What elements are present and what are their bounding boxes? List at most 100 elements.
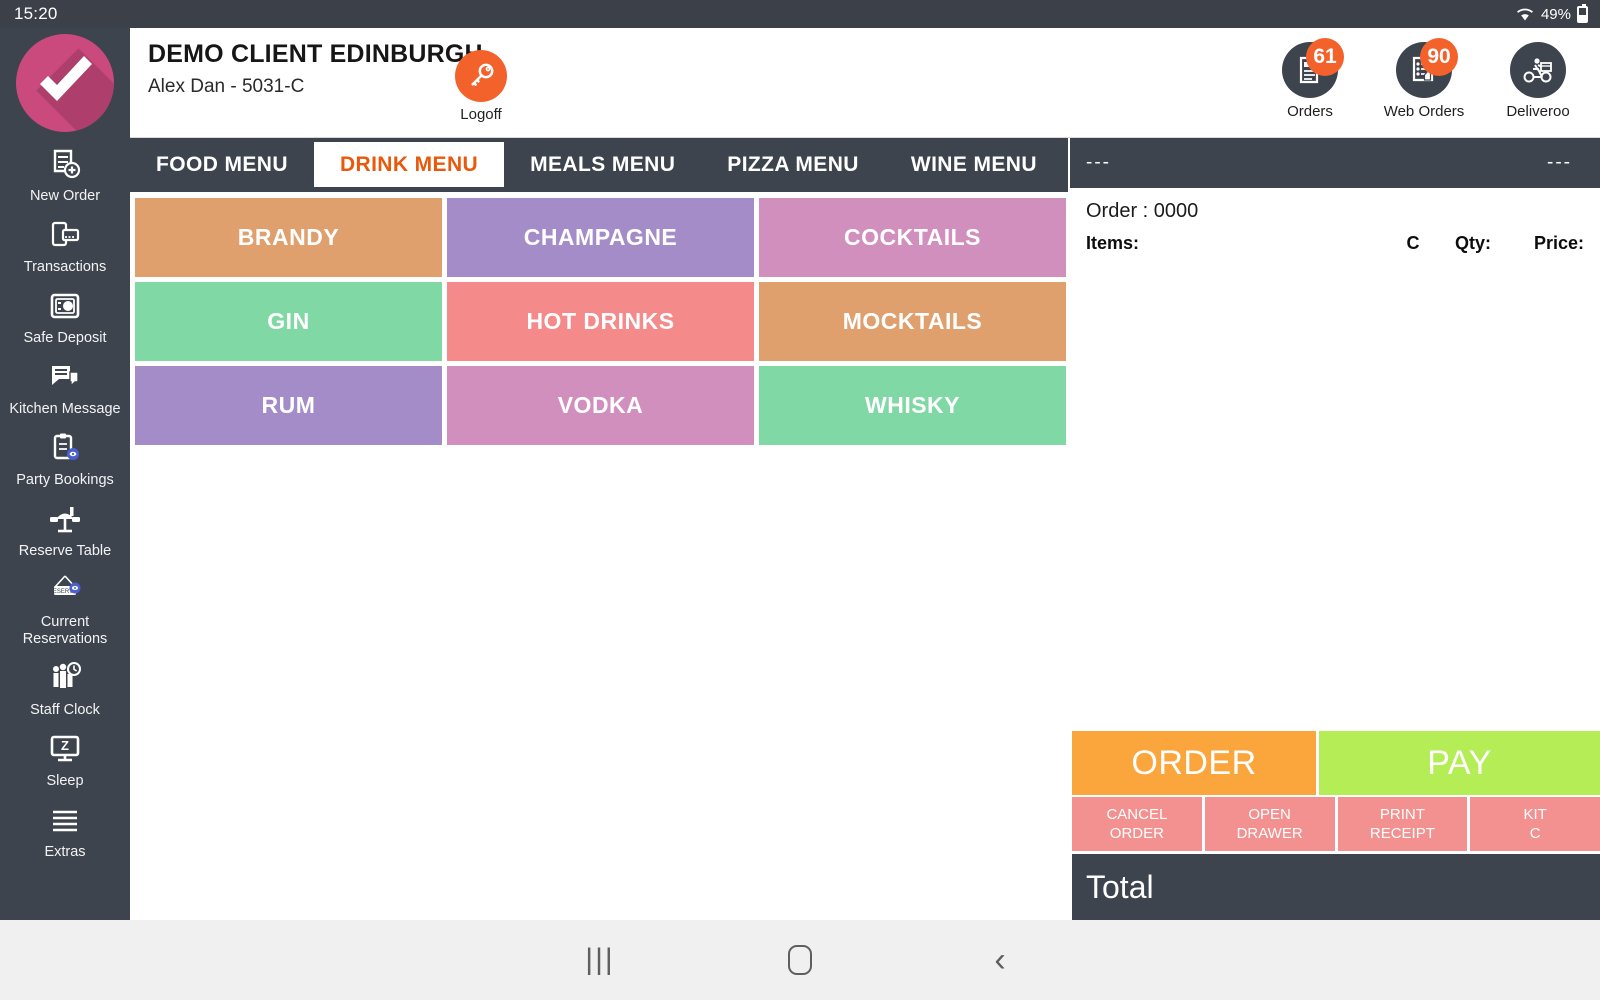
hamburger-menu-icon [48,800,82,840]
kitchen-copy-button[interactable]: KIT C [1470,797,1600,851]
sidebar-item-reserve-table[interactable]: Reserve Table [0,493,130,564]
tab-wine-menu[interactable]: WINE MENU [885,138,1063,192]
logoff-button[interactable]: Logoff [455,50,507,123]
nav-home-button[interactable] [700,945,900,975]
order-number: Order : 0000 [1086,200,1199,222]
orders-button[interactable]: 61 Orders [1264,38,1356,120]
sidebar-item-safe-deposit[interactable]: Safe Deposit [0,280,130,351]
order-primary-buttons: ORDER PAY [1070,731,1600,795]
web-orders-button[interactable]: 90 Web Orders [1378,38,1470,120]
sidebar-label: Kitchen Message [9,401,121,417]
chat-lines-icon [48,357,82,397]
order-items-list[interactable] [1070,262,1600,731]
safe-icon [48,286,82,326]
sidebar-label: Staff Clock [30,702,100,718]
people-clock-icon [48,658,82,698]
sidebar-label: Reserve Table [18,543,112,559]
order-panel-header: --- --- [1070,138,1600,188]
client-name: DEMO CLIENT EDINBURGH [148,40,483,68]
nav-back-button[interactable]: ‹ [900,941,1100,980]
order-total-bar: Total [1072,854,1600,920]
sidebar-item-transactions[interactable]: Transactions [0,209,130,280]
print-receipt-button[interactable]: PRINT RECEIPT [1337,797,1468,851]
status-clock: 15:20 [14,4,58,23]
sidebar-item-new-order[interactable]: New Order [0,138,130,209]
header-actions: 61 Orders 90 Web Orders Deliveroo [1264,38,1584,120]
android-nav-bar: ||| ‹ [0,920,1600,1000]
android-status-bar: 15:20 49% [0,0,1600,28]
logged-in-user: Alex Dan - 5031-C [148,76,305,97]
nav-recents-button[interactable]: ||| [500,943,700,977]
sidebar-item-staff-clock[interactable]: Staff Clock [0,652,130,723]
kitchen-copy-line2: C [1529,825,1541,842]
category-tile-mocktails[interactable]: MOCKTAILS [759,282,1066,361]
col-items: Items: [1086,233,1140,253]
back-icon: ‹ [994,940,1006,979]
sidebar-item-sleep[interactable]: Z Sleep [0,723,130,794]
app-header: DEMO CLIENT EDINBURGH Alex Dan - 5031-C … [130,28,1600,138]
orders-badge: 61 [1306,38,1344,76]
open-drawer-line2: DRAWER [1236,825,1303,842]
card-payment-icon [48,215,82,255]
battery-icon [1577,3,1588,23]
tab-food-menu[interactable]: FOOD MENU [130,138,314,192]
cancel-order-button[interactable]: CANCEL ORDER [1072,797,1202,851]
col-c: C [1406,233,1420,253]
left-sidebar: New Order Transactions Safe Deposit Kitc… [0,28,130,920]
category-tile-hot-drinks[interactable]: HOT DRINKS [447,282,754,361]
sidebar-item-kitchen-message[interactable]: Kitchen Message [0,351,130,422]
category-grid: BRANDY CHAMPAGNE COCKTAILS GIN HOT DRINK… [135,198,1070,445]
sidebar-label: Safe Deposit [23,330,107,346]
status-system-icons: 49% [1515,3,1588,23]
order-secondary-buttons: CANCEL ORDER OPEN DRAWER PRINT RECEIPT K… [1070,795,1600,851]
sidebar-item-party-bookings[interactable]: Party Bookings [0,422,130,493]
key-icon [455,50,507,102]
home-icon [788,945,812,975]
order-type-indicator: --- [1547,152,1572,173]
category-tile-brandy[interactable]: BRANDY [135,198,442,277]
sidebar-item-current-reservations[interactable]: RESERVED Current Reservations [0,564,130,652]
orders-label: Orders [1287,103,1333,120]
order-button[interactable]: ORDER [1072,731,1317,795]
print-receipt-line1: PRINT [1379,806,1425,823]
wifi-icon [1516,8,1533,20]
category-tile-rum[interactable]: RUM [135,366,442,445]
deliveroo-label: Deliveroo [1506,103,1570,120]
order-table-indicator: --- [1086,152,1111,173]
menu-content-area: BRANDY CHAMPAGNE COCKTAILS GIN HOT DRINK… [130,192,1075,920]
cancel-order-line2: ORDER [1109,825,1164,842]
sidebar-item-extras[interactable]: Extras [0,794,130,865]
col-qty: Qty: [1455,233,1491,253]
sidebar-label: Party Bookings [16,472,114,488]
sidebar-label: Sleep [46,773,84,789]
open-drawer-button[interactable]: OPEN DRAWER [1204,797,1335,851]
category-tile-whisky[interactable]: WHISKY [759,366,1066,445]
clipboard-icon [48,428,82,468]
sidebar-label: New Order [29,188,101,204]
category-tile-vodka[interactable]: VODKA [447,366,754,445]
app-logo [0,28,130,138]
scooter-delivery-icon [1510,42,1566,98]
open-drawer-line1: OPEN [1248,806,1291,823]
tab-meals-menu[interactable]: MEALS MENU [504,138,701,192]
web-orders-label: Web Orders [1383,103,1465,120]
category-tile-champagne[interactable]: CHAMPAGNE [447,198,754,277]
tab-drink-menu[interactable]: DRINK MENU [313,142,505,187]
web-orders-badge: 90 [1420,38,1458,76]
sidebar-label: Extras [44,844,86,860]
category-tile-gin[interactable]: GIN [135,282,442,361]
category-tile-cocktails[interactable]: COCKTAILS [759,198,1066,277]
monitor-sleep-icon: Z [48,729,82,769]
logoff-label: Logoff [460,106,502,123]
receipt-plus-icon [48,144,82,184]
pos-app-window: 15:20 49% New Order Transactions Safe De… [0,0,1600,1000]
checkmark-logo-icon [40,56,92,101]
sidebar-label: Current Reservations [22,614,108,647]
order-items-column-headers: Items: C Qty: Price: [1070,229,1600,262]
kitchen-copy-line1: KIT [1523,806,1547,823]
print-receipt-line2: RECEIPT [1369,825,1435,842]
recents-icon: ||| [585,943,615,976]
deliveroo-button[interactable]: Deliveroo [1492,42,1584,120]
pay-button[interactable]: PAY [1319,731,1600,795]
tab-pizza-menu[interactable]: PIZZA MENU [701,138,885,192]
